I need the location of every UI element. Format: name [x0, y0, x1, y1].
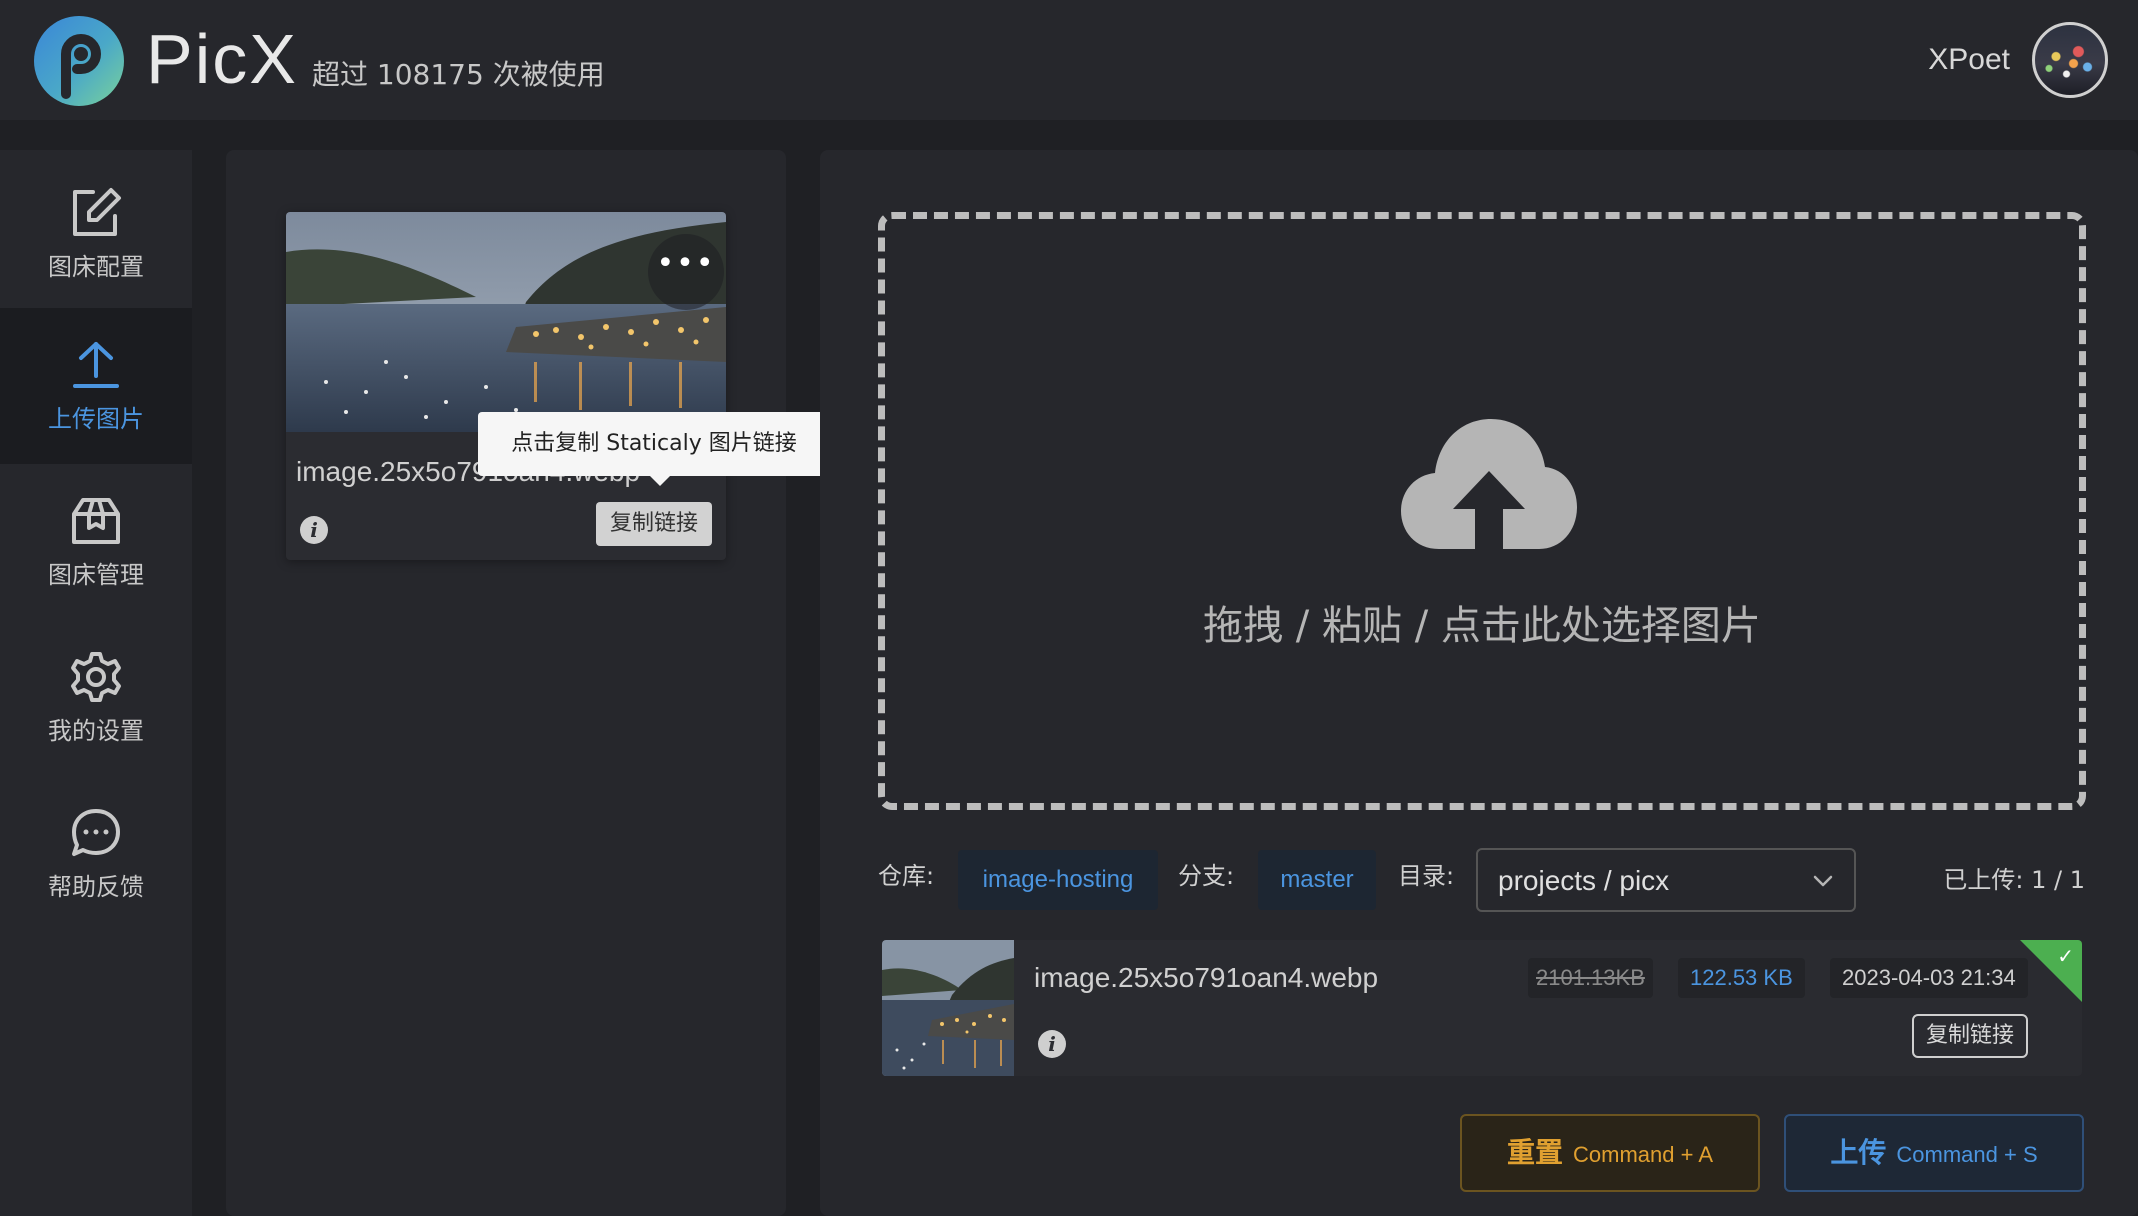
reset-label: 重置	[1506, 1136, 1563, 1169]
uploaded-image-card[interactable]: ••• image.25x5o791oan4.webp i 复制链接	[286, 212, 726, 560]
upload-button[interactable]: 上传 Command + S	[1784, 1114, 2084, 1192]
sidebar-item-settings[interactable]: 我的设置	[0, 620, 192, 776]
info-icon[interactable]: i	[300, 516, 328, 544]
drop-zone-instructions: 拖拽 / 粘贴 / 点击此处选择图片	[1203, 603, 1761, 649]
avatar[interactable]	[2032, 22, 2108, 98]
upload-shortcut: Command + S	[1896, 1142, 2038, 1167]
copy-link-button[interactable]: 复制链接	[596, 502, 712, 546]
branch-label: 分支:	[1178, 862, 1235, 890]
copy-link-tooltip: 点击复制 Staticaly 图片链接	[478, 412, 830, 486]
chat-icon	[72, 809, 120, 856]
sidebar: 图床配置 上传图片 图床管理 我的设置 帮助反馈	[0, 150, 192, 1216]
picx-logo-icon[interactable]	[32, 14, 126, 108]
check-icon: ✓	[2057, 944, 2074, 968]
reset-button[interactable]: 重置 Command + A	[1460, 1114, 1760, 1192]
original-size: 2101.13KB	[1528, 958, 1653, 998]
usage-counter: 超过 108175 次被使用	[312, 58, 605, 91]
gear-icon	[71, 652, 121, 702]
item-thumbnail[interactable]	[882, 940, 1014, 1076]
repo-tag[interactable]: image-hosting	[958, 850, 1158, 910]
sidebar-item-help[interactable]: 帮助反馈	[0, 776, 192, 932]
directory-select[interactable]: projects / picx	[1476, 848, 1856, 912]
directory-label: 目录:	[1398, 862, 1455, 890]
sidebar-item-label: 帮助反馈	[48, 873, 144, 901]
upload-icon	[73, 342, 119, 388]
uploaded-count: 已上传: 1 / 1	[1943, 866, 2085, 894]
sidebar-item-upload[interactable]: 上传图片	[0, 308, 192, 464]
cloud-upload-icon	[1401, 419, 1577, 549]
harbor-photo-small	[882, 940, 1014, 1076]
uploaded-list-item[interactable]: image.25x5o791oan4.webp i 2101.13KB 122.…	[882, 940, 2082, 1076]
sidebar-item-label: 图床配置	[48, 253, 144, 281]
sidebar-item-label: 图床管理	[48, 561, 144, 589]
upload-time: 2023-04-03 21:34	[1830, 958, 2028, 998]
upload-label: 上传	[1830, 1136, 1887, 1169]
directory-value: projects / picx	[1498, 865, 1670, 896]
chevron-down-icon	[1813, 875, 1833, 887]
sidebar-item-label: 上传图片	[48, 405, 144, 433]
image-drop-zone[interactable]: 拖拽 / 粘贴 / 点击此处选择图片	[878, 212, 2086, 810]
compressed-size: 122.53 KB	[1678, 958, 1805, 998]
sidebar-item-manage[interactable]: 图床管理	[0, 464, 192, 620]
sidebar-item-config[interactable]: 图床配置	[0, 156, 192, 312]
username[interactable]: XPoet	[1928, 40, 2010, 80]
more-options-button[interactable]: •••	[648, 234, 724, 310]
info-icon[interactable]: i	[1038, 1030, 1066, 1058]
edit-icon	[73, 188, 121, 236]
reset-shortcut: Command + A	[1573, 1142, 1714, 1167]
repo-label: 仓库:	[878, 862, 935, 890]
sidebar-item-label: 我的设置	[48, 717, 144, 745]
brand-name[interactable]: PicX	[146, 14, 298, 104]
package-icon	[72, 498, 120, 544]
branch-tag[interactable]: master	[1258, 850, 1376, 910]
item-filename: image.25x5o791oan4.webp	[1034, 962, 1379, 993]
app-header: PicX 超过 108175 次被使用 XPoet	[0, 0, 2138, 120]
copy-link-button[interactable]: 复制链接	[1912, 1014, 2028, 1058]
